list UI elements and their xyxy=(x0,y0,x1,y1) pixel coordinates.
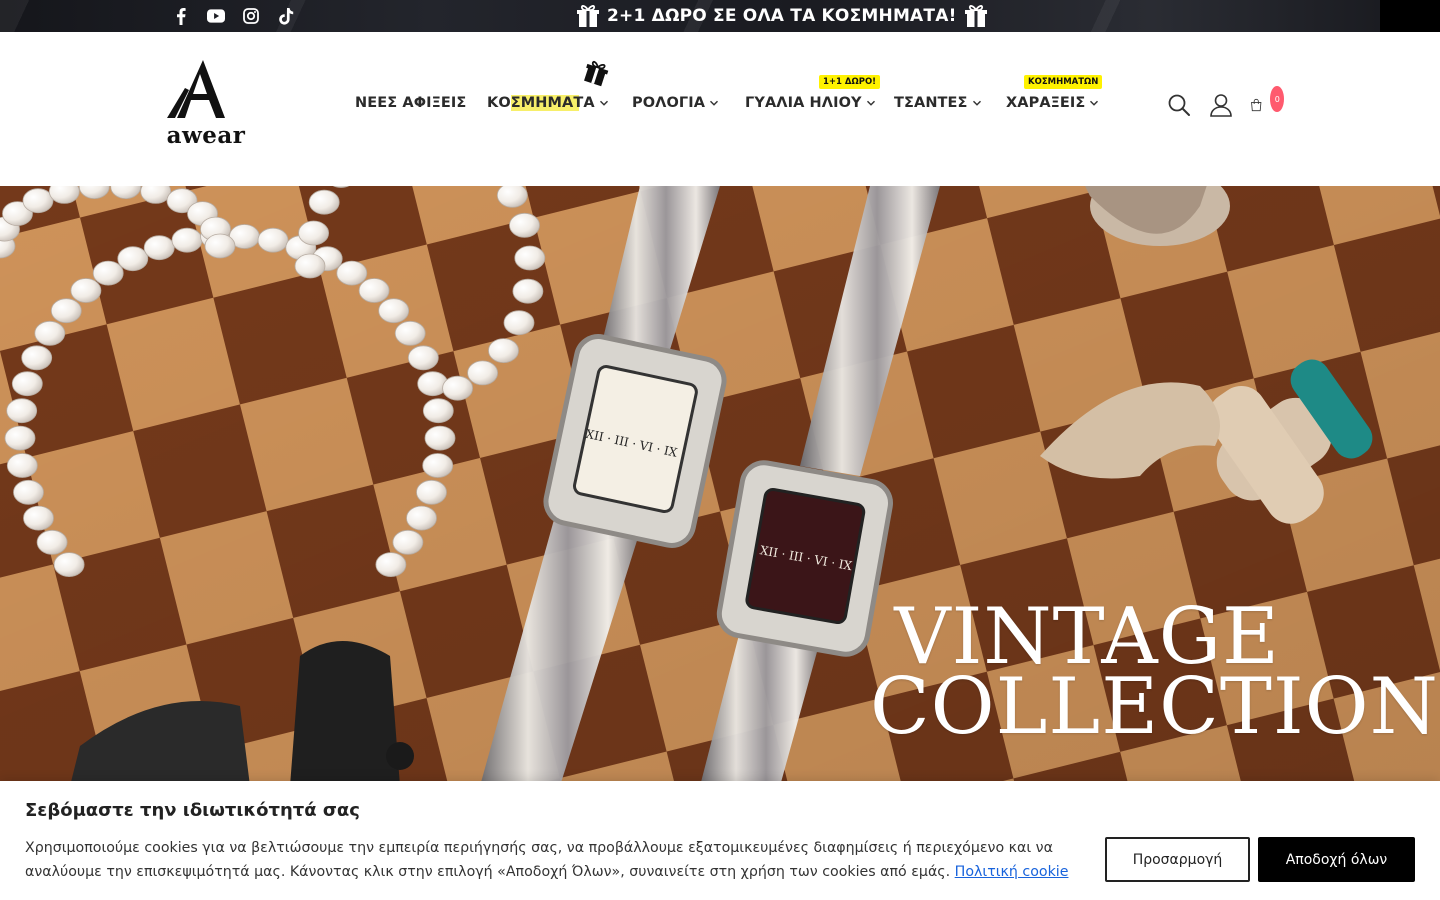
nav-sunglasses[interactable]: 1+1 ΔΩΡΟ! ΓΥΑΛΙΑ ΗΛΙΟΥ xyxy=(745,75,881,111)
account-icon[interactable] xyxy=(1208,92,1234,118)
nav-bags[interactable]: ΤΣΑΝΤΕΣ xyxy=(894,95,982,111)
tiktok-icon[interactable] xyxy=(277,7,295,25)
accept-all-button[interactable]: Αποδοχή όλων xyxy=(1258,837,1415,882)
youtube-icon[interactable] xyxy=(207,7,225,25)
pearl xyxy=(92,260,124,286)
pearl xyxy=(298,220,330,246)
pearl xyxy=(294,253,326,279)
pearl xyxy=(11,371,43,397)
pearl xyxy=(171,227,203,253)
pearl xyxy=(336,260,368,286)
nav-jewelry[interactable]: ΚΟΣΜΗΜΑΤΑ xyxy=(487,60,609,111)
pearl xyxy=(70,278,102,303)
chevron-down-icon xyxy=(599,100,608,106)
pearl xyxy=(394,320,426,346)
nav-badge: 1+1 ΔΩΡΟ! xyxy=(819,75,881,89)
cookie-policy-link[interactable]: Πολιτική cookie xyxy=(955,864,1069,880)
pearl xyxy=(514,245,546,271)
pearl xyxy=(378,298,410,324)
pearl xyxy=(503,310,535,336)
gift-icon xyxy=(577,5,599,27)
pearl xyxy=(422,398,454,424)
chevron-down-icon xyxy=(710,100,719,106)
nav-label: ΧΑΡΑΞΕΙΣ xyxy=(1006,95,1086,111)
cart-icon[interactable]: 0 xyxy=(1250,86,1284,118)
nav-engravings[interactable]: ΚΟΣΜΗΜΑΤΩΝ ΧΑΡΑΞΕΙΣ xyxy=(1006,75,1103,111)
pearl xyxy=(6,398,38,424)
gift-icon xyxy=(584,60,609,87)
pearl xyxy=(467,360,499,386)
pearl xyxy=(257,227,289,253)
pearl xyxy=(204,233,236,259)
pearl xyxy=(416,479,447,505)
promo-message[interactable]: 2+1 ΔΩΡΟ ΣΕ ΟΛΑ ΤΑ ΚΟΣΜΗΜΑΤΑ! xyxy=(577,4,987,28)
search-icon[interactable] xyxy=(1166,92,1192,118)
chevron-down-icon xyxy=(866,100,875,106)
pearl xyxy=(442,375,474,401)
nav-new-arrivals[interactable]: ΝΕΕΣ ΑΦΙΞΕΙΣ xyxy=(355,95,466,111)
social-links xyxy=(172,7,295,25)
pearl xyxy=(36,529,68,555)
pearl xyxy=(407,345,439,371)
pearl xyxy=(358,278,390,303)
pearl xyxy=(496,186,528,208)
hero-banner[interactable]: XII · III · VI · IX XII · III · VI · IX xyxy=(0,186,1440,786)
pearl xyxy=(424,425,456,451)
nav-label: ΤΣΑΝΤΕΣ xyxy=(894,95,968,111)
cookie-text-block: Χρησιμοποιούμε cookies για να βελτιώσουμ… xyxy=(25,836,1085,884)
nav-label: ΚΟΣΜΗΜΑΤΑ xyxy=(487,95,595,111)
pearl xyxy=(509,212,540,238)
nav-badge: ΚΟΣΜΗΜΑΤΩΝ xyxy=(1024,75,1103,89)
pearl xyxy=(422,453,454,478)
site-header: awear ΝΕΕΣ ΑΦΙΞΕΙΣ ΚΟΣΜΗΜΑΤΑ ΡΟΛΟΓΙΑ 1+1… xyxy=(0,32,1440,186)
pearl xyxy=(143,235,175,261)
pearl xyxy=(22,188,54,214)
pearl xyxy=(50,298,82,324)
pearl xyxy=(6,453,38,478)
cookie-description: Χρησιμοποιούμε cookies για να βελτιώσουμ… xyxy=(25,840,1053,880)
logo[interactable]: awear xyxy=(165,60,247,149)
pearl xyxy=(34,320,66,346)
pearl xyxy=(488,338,519,364)
cart-count-badge: 0 xyxy=(1270,86,1284,112)
pearl xyxy=(4,425,36,451)
nav-watches[interactable]: ΡΟΛΟΓΙΑ xyxy=(632,95,719,111)
pearl xyxy=(23,505,54,531)
pearl xyxy=(53,552,85,578)
pearl xyxy=(13,479,44,505)
pearl xyxy=(308,189,340,215)
hero-title-line-2: COLLECTION xyxy=(870,662,1439,753)
promo-text: 2+1 ΔΩΡΟ ΣΕ ΟΛΑ ΤΑ ΚΟΣΜΗΜΑΤΑ! xyxy=(607,6,957,26)
cookie-title: Σεβόμαστε την ιδιωτικότητά σας xyxy=(25,800,360,821)
nav-label: ΓΥΑΛΙΑ ΗΛΙΟΥ xyxy=(745,95,862,111)
logo-mark-icon xyxy=(167,60,225,118)
nav-label: ΝΕΕΣ ΑΦΙΞΕΙΣ xyxy=(355,95,467,111)
facebook-icon[interactable] xyxy=(172,7,190,25)
pearl xyxy=(392,529,424,555)
customize-button[interactable]: Προσαρμογή xyxy=(1105,837,1250,882)
cookie-consent-banner: Σεβόμαστε την ιδιωτικότητά σας Χρησιμοπο… xyxy=(0,781,1440,900)
hero-title: VINTAGE COLLECTION xyxy=(870,598,1439,753)
pearl xyxy=(512,278,544,304)
logo-text: awear xyxy=(166,122,246,149)
pearl xyxy=(117,246,149,272)
header-actions: 0 xyxy=(1166,86,1284,118)
nav-label: ΡΟΛΟΓΙΑ xyxy=(632,95,706,111)
chevron-down-icon xyxy=(1090,100,1099,106)
gift-icon xyxy=(964,5,987,27)
topbar-edge xyxy=(1380,0,1440,32)
top-promo-bar: 2+1 ΔΩΡΟ ΣΕ ΟΛΑ ΤΑ ΚΟΣΜΗΜΑΤΑ! xyxy=(0,0,1440,32)
pearl xyxy=(21,345,53,371)
pearl xyxy=(406,505,437,531)
instagram-icon[interactable] xyxy=(242,7,260,25)
chevron-down-icon xyxy=(972,100,981,106)
pearl xyxy=(375,552,407,578)
